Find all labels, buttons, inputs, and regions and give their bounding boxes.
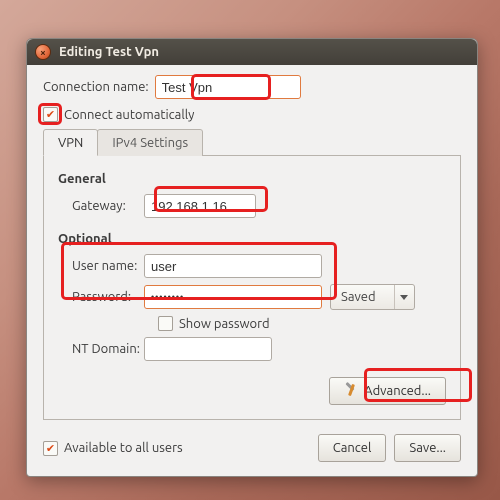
optional-heading: Optional bbox=[58, 232, 446, 246]
tab-strip: VPN IPv4 Settings bbox=[43, 128, 461, 156]
username-row: User name: bbox=[58, 254, 446, 278]
available-all-label: Available to all users bbox=[64, 441, 183, 455]
password-mode-text: Saved bbox=[331, 290, 394, 304]
password-mode-combo[interactable]: Saved bbox=[330, 284, 415, 310]
password-row: Password: Saved bbox=[58, 284, 446, 310]
dialog-window: × Editing Test Vpn Connection name: Conn… bbox=[26, 38, 478, 477]
advanced-button-label: Advanced... bbox=[364, 384, 431, 398]
window-title: Editing Test Vpn bbox=[59, 45, 159, 59]
titlebar: × Editing Test Vpn bbox=[27, 39, 477, 65]
connection-name-input[interactable] bbox=[155, 75, 301, 99]
tools-icon bbox=[344, 384, 358, 398]
dialog-footer: Available to all users Cancel Save... bbox=[43, 434, 461, 462]
advanced-row: Advanced... bbox=[58, 377, 446, 405]
connect-auto-label: Connect automatically bbox=[64, 108, 194, 122]
connection-name-row: Connection name: bbox=[43, 75, 461, 99]
username-label: User name: bbox=[58, 259, 144, 273]
save-button[interactable]: Save... bbox=[394, 434, 461, 462]
connect-auto-checkbox[interactable] bbox=[43, 107, 58, 122]
show-password-checkbox[interactable] bbox=[158, 316, 173, 331]
dialog-content: Connection name: Connect automatically V… bbox=[27, 65, 477, 476]
nt-domain-row: NT Domain: bbox=[58, 337, 446, 361]
close-icon[interactable]: × bbox=[35, 44, 51, 60]
chevron-down-icon bbox=[394, 285, 414, 309]
show-password-row: Show password bbox=[158, 316, 446, 331]
show-password-label: Show password bbox=[179, 317, 270, 331]
cancel-button[interactable]: Cancel bbox=[318, 434, 387, 462]
connection-name-label: Connection name: bbox=[43, 80, 149, 94]
nt-domain-input[interactable] bbox=[144, 337, 272, 361]
available-all-checkbox[interactable] bbox=[43, 441, 58, 456]
tab-vpn[interactable]: VPN bbox=[43, 129, 98, 156]
tab-body-vpn: General Gateway: Optional User name: Pas… bbox=[43, 156, 461, 420]
advanced-button[interactable]: Advanced... bbox=[329, 377, 446, 405]
cancel-button-label: Cancel bbox=[333, 441, 372, 455]
username-input[interactable] bbox=[144, 254, 322, 278]
password-label: Password: bbox=[58, 290, 144, 304]
nt-domain-label: NT Domain: bbox=[58, 342, 144, 356]
general-heading: General bbox=[58, 172, 446, 186]
tab-ipv4[interactable]: IPv4 Settings bbox=[97, 129, 203, 156]
save-button-label: Save... bbox=[409, 441, 446, 455]
gateway-row: Gateway: bbox=[58, 194, 446, 218]
gateway-input[interactable] bbox=[144, 194, 256, 218]
password-input[interactable] bbox=[144, 285, 322, 309]
connect-auto-row: Connect automatically bbox=[43, 107, 461, 122]
gateway-label: Gateway: bbox=[58, 199, 144, 213]
